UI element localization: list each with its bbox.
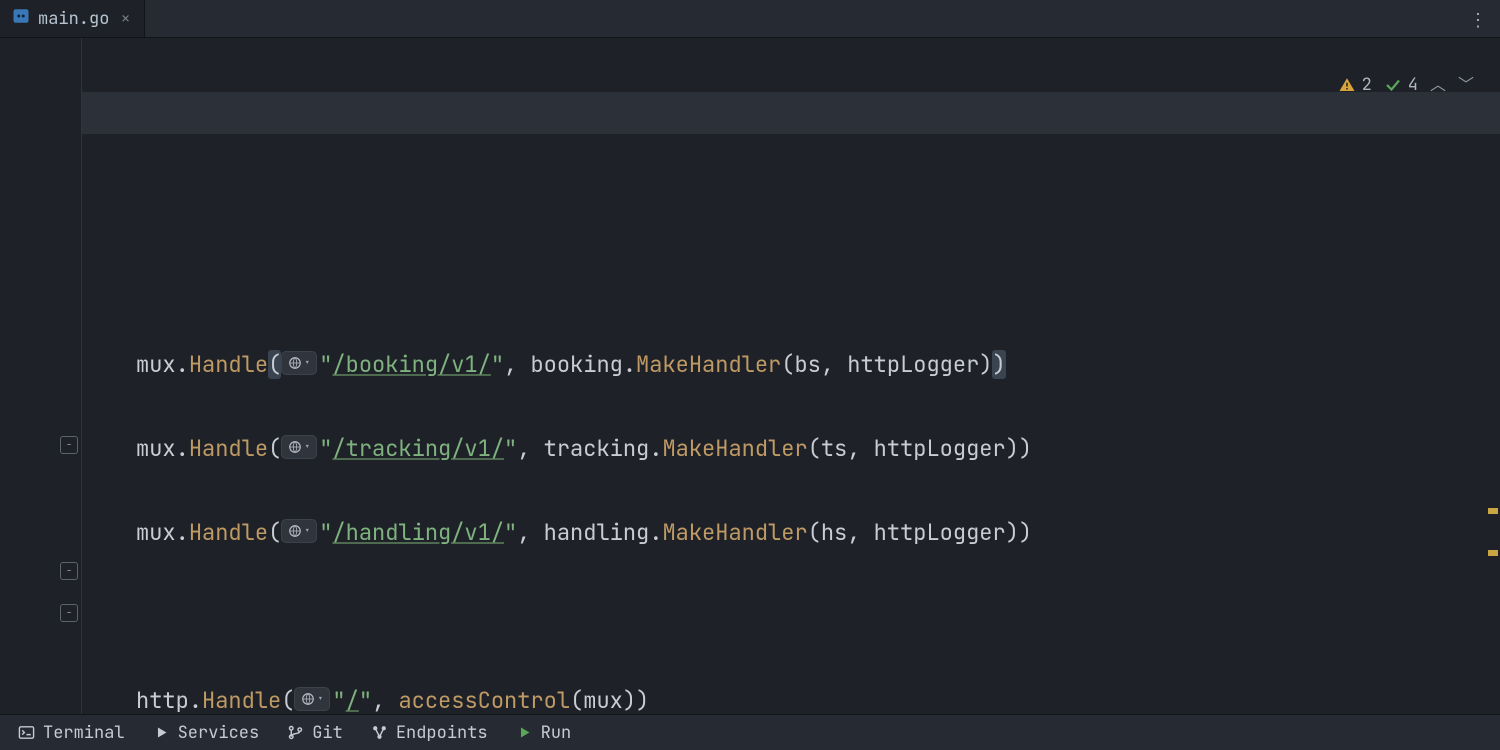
tool-terminal[interactable]: Terminal	[18, 722, 125, 744]
terminal-icon	[18, 724, 35, 741]
warning-count: 2	[1362, 64, 1372, 106]
current-line-highlight	[82, 92, 1500, 134]
tool-label: Git	[312, 722, 343, 744]
tool-run[interactable]: Run	[516, 722, 572, 744]
play-icon	[153, 724, 170, 741]
tool-services[interactable]: Services	[153, 722, 260, 744]
code-area[interactable]: 2 4 ︿ ﹀ mux.Handle(▾"/booking/v1/", book…	[82, 38, 1500, 714]
warning-badge[interactable]: 2	[1338, 64, 1372, 106]
next-highlight-button[interactable]: ﹀	[1458, 64, 1474, 106]
checkmark-icon	[1384, 76, 1402, 94]
tool-endpoints[interactable]: Endpoints	[371, 722, 488, 744]
code-editor[interactable]: 💡 2 4 ︿ ﹀ mux.Handle(▾"/booking/v1/", bo…	[0, 38, 1500, 714]
git-branch-icon	[287, 724, 304, 741]
tab-overflow-menu[interactable]: ⋮	[1466, 8, 1490, 32]
url-gutter-icon[interactable]: ▾	[281, 435, 317, 459]
close-icon[interactable]: ✕	[121, 10, 129, 28]
go-file-icon	[12, 7, 30, 31]
tool-git[interactable]: Git	[287, 722, 343, 744]
prev-highlight-button[interactable]: ︿	[1430, 64, 1446, 106]
editor-tabbar: main.go ✕ ⋮	[0, 0, 1500, 38]
file-tab-main-go[interactable]: main.go ✕	[0, 0, 145, 37]
fold-handle[interactable]	[60, 436, 78, 454]
pass-count: 4	[1408, 64, 1418, 106]
url-gutter-icon[interactable]: ▾	[281, 519, 317, 543]
file-tab-label: main.go	[38, 8, 109, 30]
tool-label: Terminal	[43, 722, 125, 744]
tool-label: Services	[178, 722, 260, 744]
tool-label: Endpoints	[396, 722, 488, 744]
editor-gutter: 💡	[0, 38, 82, 714]
fold-handle[interactable]	[60, 562, 78, 580]
url-gutter-icon[interactable]: ▾	[281, 351, 317, 375]
url-gutter-icon[interactable]: ▾	[294, 687, 330, 711]
tool-window-bar: Terminal Services Git Endpoints Run	[0, 714, 1500, 750]
endpoints-icon	[371, 724, 388, 741]
fold-handle[interactable]	[60, 604, 78, 622]
inspection-widget[interactable]: 2 4 ︿ ﹀	[1338, 64, 1474, 106]
pass-badge[interactable]: 4	[1384, 64, 1418, 106]
run-icon	[516, 724, 533, 741]
warning-icon	[1338, 76, 1356, 94]
tool-label: Run	[541, 722, 572, 744]
